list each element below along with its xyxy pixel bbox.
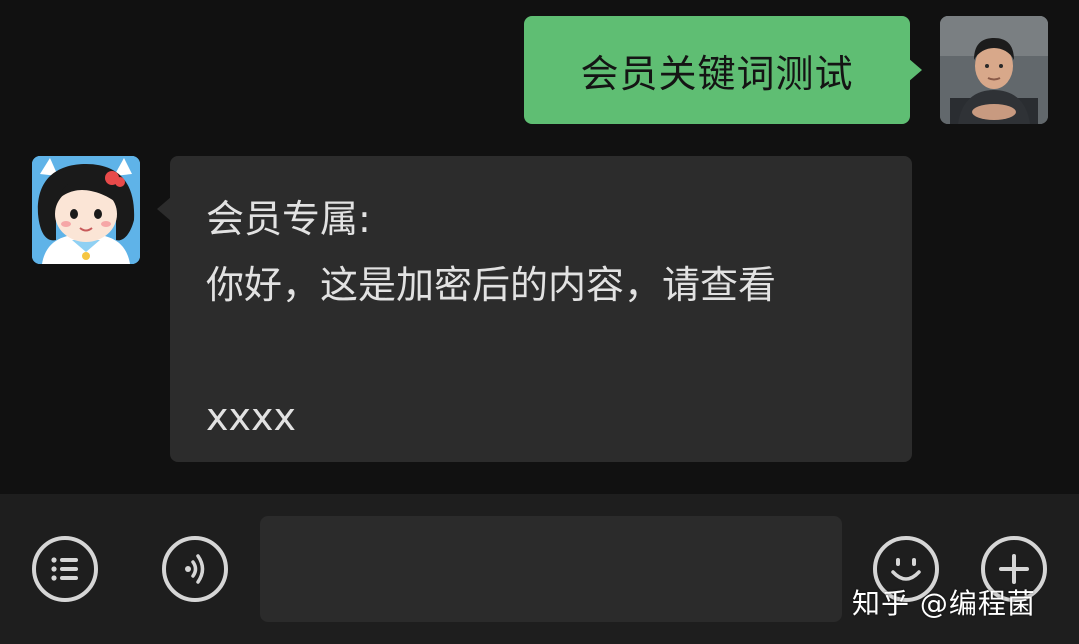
voice-icon [185,554,205,584]
outgoing-message-text: 会员关键词测试 [580,51,854,96]
chat-area: 会员关键词测试 会员专属: 你好，这是加密后的内容，请查看 xxxx [0,0,1079,494]
incoming-message-line-2: 你好，这是加密后的内容，请查看 [206,263,777,307]
zhihu-watermark: 知乎 @编程菌 [852,587,1036,620]
message-input[interactable] [260,516,842,622]
user-avatar[interactable] [940,16,1048,124]
menu-toggle-button[interactable] [32,536,98,602]
incoming-message-line-4: xxxx [206,395,296,439]
list-menu-icon [51,557,78,581]
incoming-message-line-3 [206,318,876,384]
voice-button[interactable] [162,536,228,602]
cartoon-girl-avatar [32,156,140,264]
user-avatar-photo [940,16,1048,124]
outgoing-bubble-tail [908,58,922,82]
incoming-message-bubble[interactable]: 会员专属: 你好，这是加密后的内容，请查看 xxxx [170,156,912,462]
outgoing-message-bubble[interactable]: 会员关键词测试 [524,16,910,124]
incoming-bubble-tail [157,197,171,221]
incoming-message-line-1: 会员专属: [206,197,371,241]
bot-avatar[interactable] [32,156,140,264]
